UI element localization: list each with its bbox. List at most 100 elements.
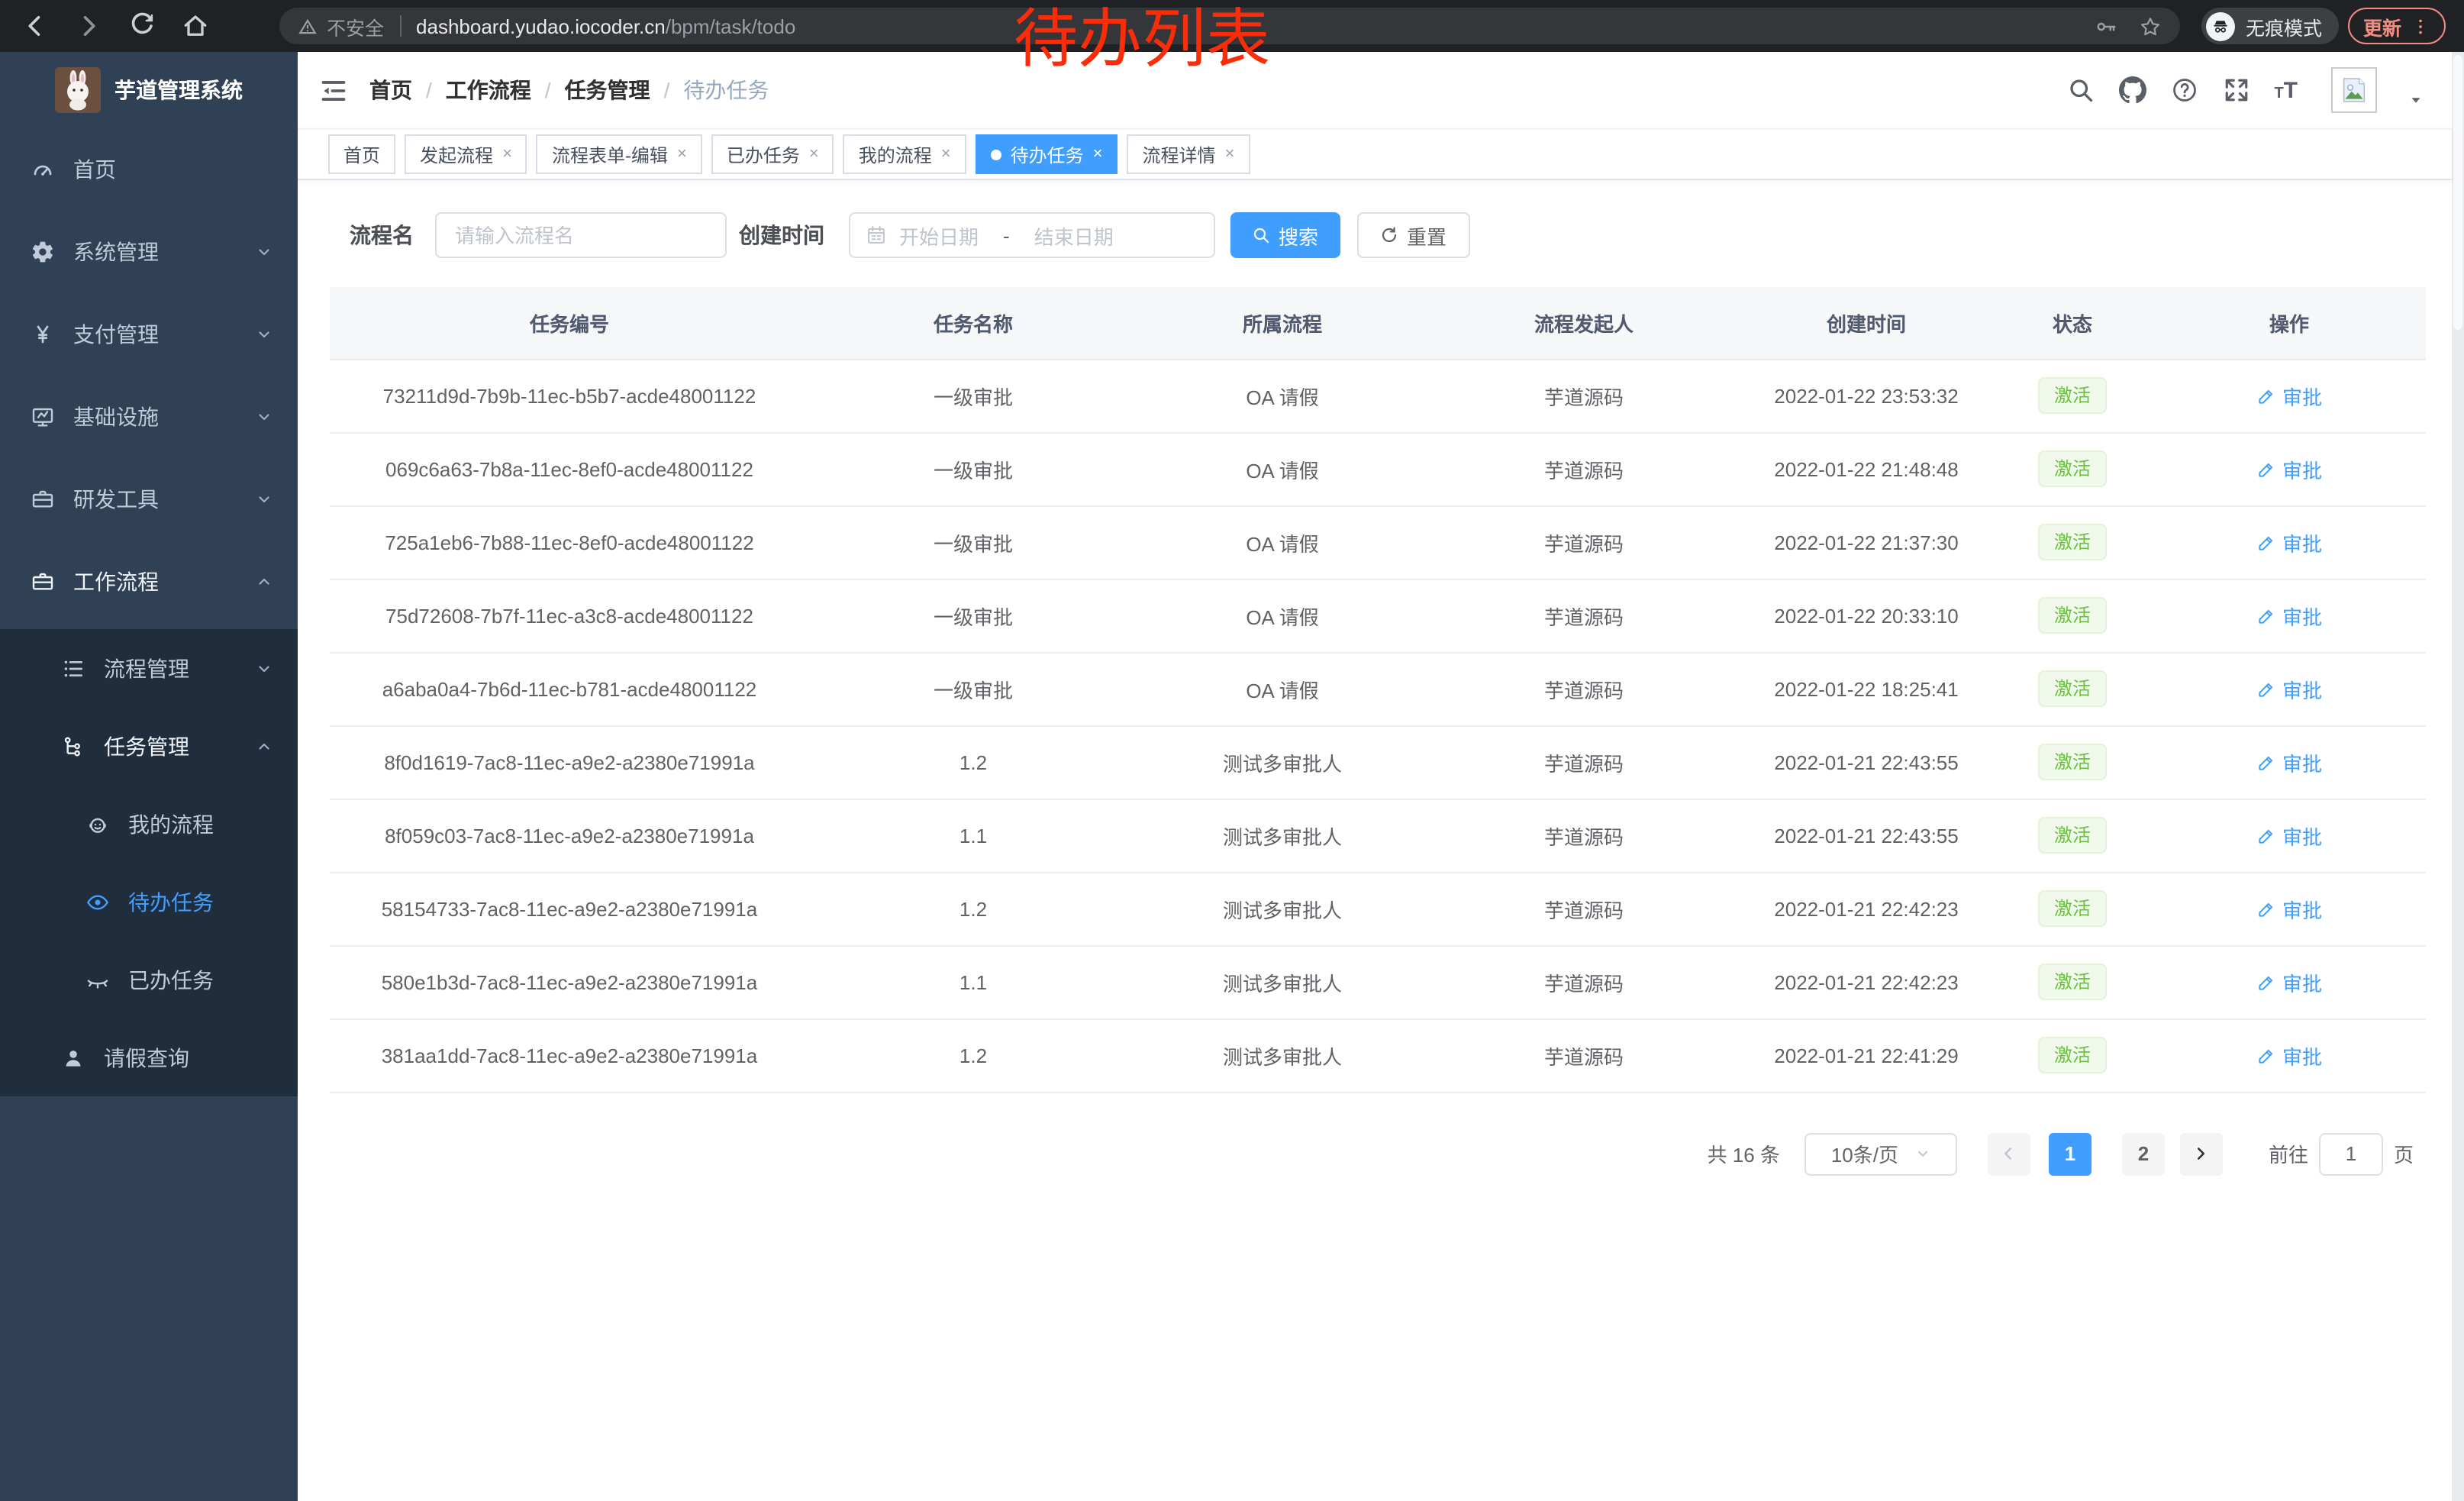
sidebar-item-system-mgmt[interactable]: 系统管理 bbox=[0, 211, 298, 293]
goto-page-input[interactable] bbox=[2319, 1132, 2383, 1175]
search-button[interactable]: 搜索 bbox=[1230, 212, 1340, 258]
browser-update-button[interactable]: 更新 bbox=[2348, 8, 2446, 44]
fullscreen-icon[interactable] bbox=[2222, 76, 2250, 104]
tab-home[interactable]: 首页 bbox=[328, 134, 395, 174]
avatar-caret-icon[interactable] bbox=[2408, 91, 2424, 108]
cell-process: 测试多审批人 bbox=[1137, 725, 1427, 799]
sidebar-item-my-process[interactable]: 我的流程 bbox=[0, 785, 298, 863]
sidebar-item-label: 系统管理 bbox=[73, 237, 159, 267]
breadcrumb-item[interactable]: 任务管理 bbox=[565, 78, 650, 102]
tab-active-dot bbox=[991, 149, 1001, 160]
tab-1[interactable]: 发起流程 × bbox=[405, 134, 527, 174]
sidebar-item-done-tasks[interactable]: 已办任务 bbox=[0, 941, 298, 1018]
sidebar-item-leave-query[interactable]: 请假查询 bbox=[0, 1018, 298, 1096]
cell-task-name: 1.1 bbox=[809, 799, 1137, 872]
approve-link[interactable]: 审批 bbox=[2256, 528, 2322, 557]
calendar-icon bbox=[866, 224, 887, 246]
cell-task-id: 069c6a63-7b8a-11ec-8ef0-acde48001122 bbox=[330, 432, 809, 505]
search-icon[interactable] bbox=[2066, 76, 2094, 104]
cell-starter: 芋道源码 bbox=[1427, 432, 1740, 505]
page-number-button[interactable]: 2 bbox=[2122, 1132, 2165, 1175]
bookmark-star-icon[interactable] bbox=[2139, 15, 2162, 37]
tab-3[interactable]: 已办任务 × bbox=[711, 134, 834, 174]
tab-close-icon[interactable]: × bbox=[941, 145, 951, 163]
tab-2[interactable]: 流程表单-编辑 × bbox=[537, 134, 702, 174]
edit-pen-icon bbox=[2256, 386, 2276, 405]
tab-close-icon[interactable]: × bbox=[677, 145, 687, 163]
key-icon[interactable] bbox=[2095, 15, 2117, 37]
sidebar-item-label: 研发工具 bbox=[73, 484, 159, 515]
prev-page-button[interactable] bbox=[1988, 1132, 2030, 1175]
cell-task-name: 1.1 bbox=[809, 945, 1137, 1018]
status-badge: 激活 bbox=[2039, 450, 2106, 487]
monitor-icon bbox=[31, 405, 55, 429]
sidebar-item-payment-mgmt[interactable]: 支付管理 bbox=[0, 293, 298, 376]
chevron-icon bbox=[255, 659, 273, 677]
approve-link[interactable]: 审批 bbox=[2256, 381, 2322, 410]
gear-icon bbox=[31, 240, 55, 264]
sidebar-item-dev-tools[interactable]: 研发工具 bbox=[0, 458, 298, 541]
approve-link[interactable]: 审批 bbox=[2256, 454, 2322, 483]
status-badge: 激活 bbox=[2039, 597, 2106, 634]
tab-close-icon[interactable]: × bbox=[1093, 145, 1103, 163]
cell-status: 激活 bbox=[1992, 945, 2153, 1018]
scrollbar-thumb[interactable] bbox=[2453, 55, 2462, 330]
tab-close-icon[interactable]: × bbox=[502, 145, 512, 163]
approve-link[interactable]: 审批 bbox=[2256, 1041, 2322, 1070]
approve-link[interactable]: 审批 bbox=[2256, 894, 2322, 923]
sidebar-item-home[interactable]: 首页 bbox=[0, 128, 298, 211]
cell-starter: 芋道源码 bbox=[1427, 1018, 1740, 1092]
reset-button[interactable]: 重置 bbox=[1357, 212, 1470, 258]
table-row: 8f059c03-7ac8-11ec-a9e2-a2380e71991a 1.1… bbox=[330, 799, 2426, 872]
breadcrumb-item[interactable]: 工作流程 bbox=[446, 78, 531, 102]
app-logo-row[interactable]: 芋道管理系统 bbox=[0, 52, 298, 128]
sidebar-item-workflow[interactable]: 工作流程 bbox=[0, 541, 298, 623]
cell-created: 2022-01-21 22:42:23 bbox=[1740, 945, 1992, 1018]
create-time-label: 创建时间 bbox=[739, 212, 824, 258]
approve-link[interactable]: 审批 bbox=[2256, 601, 2322, 630]
approve-link[interactable]: 审批 bbox=[2256, 747, 2322, 776]
tab-6[interactable]: 流程详情 × bbox=[1127, 134, 1250, 174]
status-badge: 激活 bbox=[2039, 670, 2106, 707]
cell-starter: 芋道源码 bbox=[1427, 505, 1740, 579]
sidebar-item-todo-tasks[interactable]: 待办任务 bbox=[0, 863, 298, 941]
date-range-picker[interactable]: 开始日期 - 结束日期 bbox=[849, 212, 1215, 258]
process-name-input[interactable] bbox=[435, 212, 727, 258]
date-range-separator: - bbox=[1003, 224, 1010, 247]
page-size-select[interactable]: 10条/页 bbox=[1804, 1132, 1957, 1175]
sidebar-item-task-mgmt[interactable]: 任务管理 bbox=[0, 707, 298, 785]
tab-close-icon[interactable]: × bbox=[1225, 145, 1235, 163]
approve-link[interactable]: 审批 bbox=[2256, 967, 2322, 996]
approve-link[interactable]: 审批 bbox=[2256, 821, 2322, 850]
sidebar-item-infrastructure[interactable]: 基础设施 bbox=[0, 376, 298, 458]
sidebar-item-process-mgmt[interactable]: 流程管理 bbox=[0, 629, 298, 707]
prev-page-icon bbox=[1999, 1144, 2019, 1164]
next-page-button[interactable] bbox=[2180, 1132, 2223, 1175]
browser-reload-icon[interactable] bbox=[128, 12, 156, 40]
browser-back-icon[interactable] bbox=[21, 12, 49, 40]
sidebar-collapse-icon[interactable] bbox=[319, 76, 348, 105]
select-caret-icon bbox=[1914, 1145, 1930, 1162]
sidebar-item-label: 支付管理 bbox=[73, 319, 159, 350]
avatar[interactable] bbox=[2331, 67, 2377, 113]
breadcrumb-item[interactable]: 首页 bbox=[369, 78, 412, 102]
sidebar-submenu: 流程管理 任务管理 我的流程 待办任务 已办任务 请假查询 bbox=[0, 629, 298, 1096]
tab-close-icon[interactable]: × bbox=[809, 145, 819, 163]
font-size-icon[interactable]: TT bbox=[2274, 79, 2298, 102]
window-scrollbar[interactable] bbox=[2452, 52, 2464, 1501]
status-badge: 激活 bbox=[2039, 744, 2106, 780]
cell-actions: 审批 bbox=[2153, 652, 2426, 725]
tab-5[interactable]: 待办任务 × bbox=[976, 134, 1118, 174]
browser-menu-icon[interactable] bbox=[2411, 16, 2430, 36]
approve-link[interactable]: 审批 bbox=[2256, 674, 2322, 703]
incognito-icon bbox=[2206, 11, 2235, 40]
browser-forward-icon[interactable] bbox=[75, 12, 102, 40]
tab-4[interactable]: 我的流程 × bbox=[843, 134, 966, 174]
help-icon[interactable] bbox=[2170, 76, 2198, 104]
page-number-button[interactable]: 1 bbox=[2049, 1132, 2091, 1175]
cell-created: 2022-01-22 21:48:48 bbox=[1740, 432, 1992, 505]
tree-icon bbox=[61, 734, 85, 758]
cell-actions: 审批 bbox=[2153, 799, 2426, 872]
github-icon[interactable] bbox=[2118, 76, 2146, 104]
browser-home-icon[interactable] bbox=[182, 12, 209, 40]
